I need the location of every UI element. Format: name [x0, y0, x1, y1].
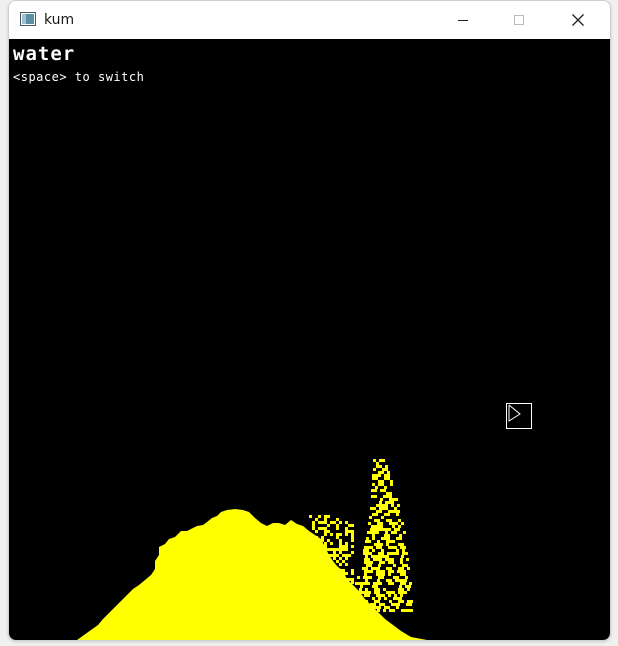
- minimize-button[interactable]: [440, 1, 486, 39]
- current-material-label: water: [13, 43, 76, 65]
- switch-hint: <space> to switch: [13, 70, 145, 84]
- title-bar[interactable]: kum: [9, 1, 610, 39]
- close-icon: [572, 14, 584, 26]
- maximize-button[interactable]: [496, 1, 542, 39]
- brush-cursor: [506, 403, 532, 429]
- app-icon: [20, 12, 36, 26]
- minimize-icon: [458, 20, 468, 21]
- cursor-icon: [508, 404, 521, 422]
- window-title: kum: [44, 12, 75, 28]
- close-button[interactable]: [555, 1, 601, 39]
- app-window: kum water <space> to switch: [8, 0, 611, 641]
- simulation-canvas[interactable]: water <space> to switch: [9, 39, 610, 640]
- sand-particles: [77, 459, 427, 640]
- maximize-icon: [514, 15, 524, 25]
